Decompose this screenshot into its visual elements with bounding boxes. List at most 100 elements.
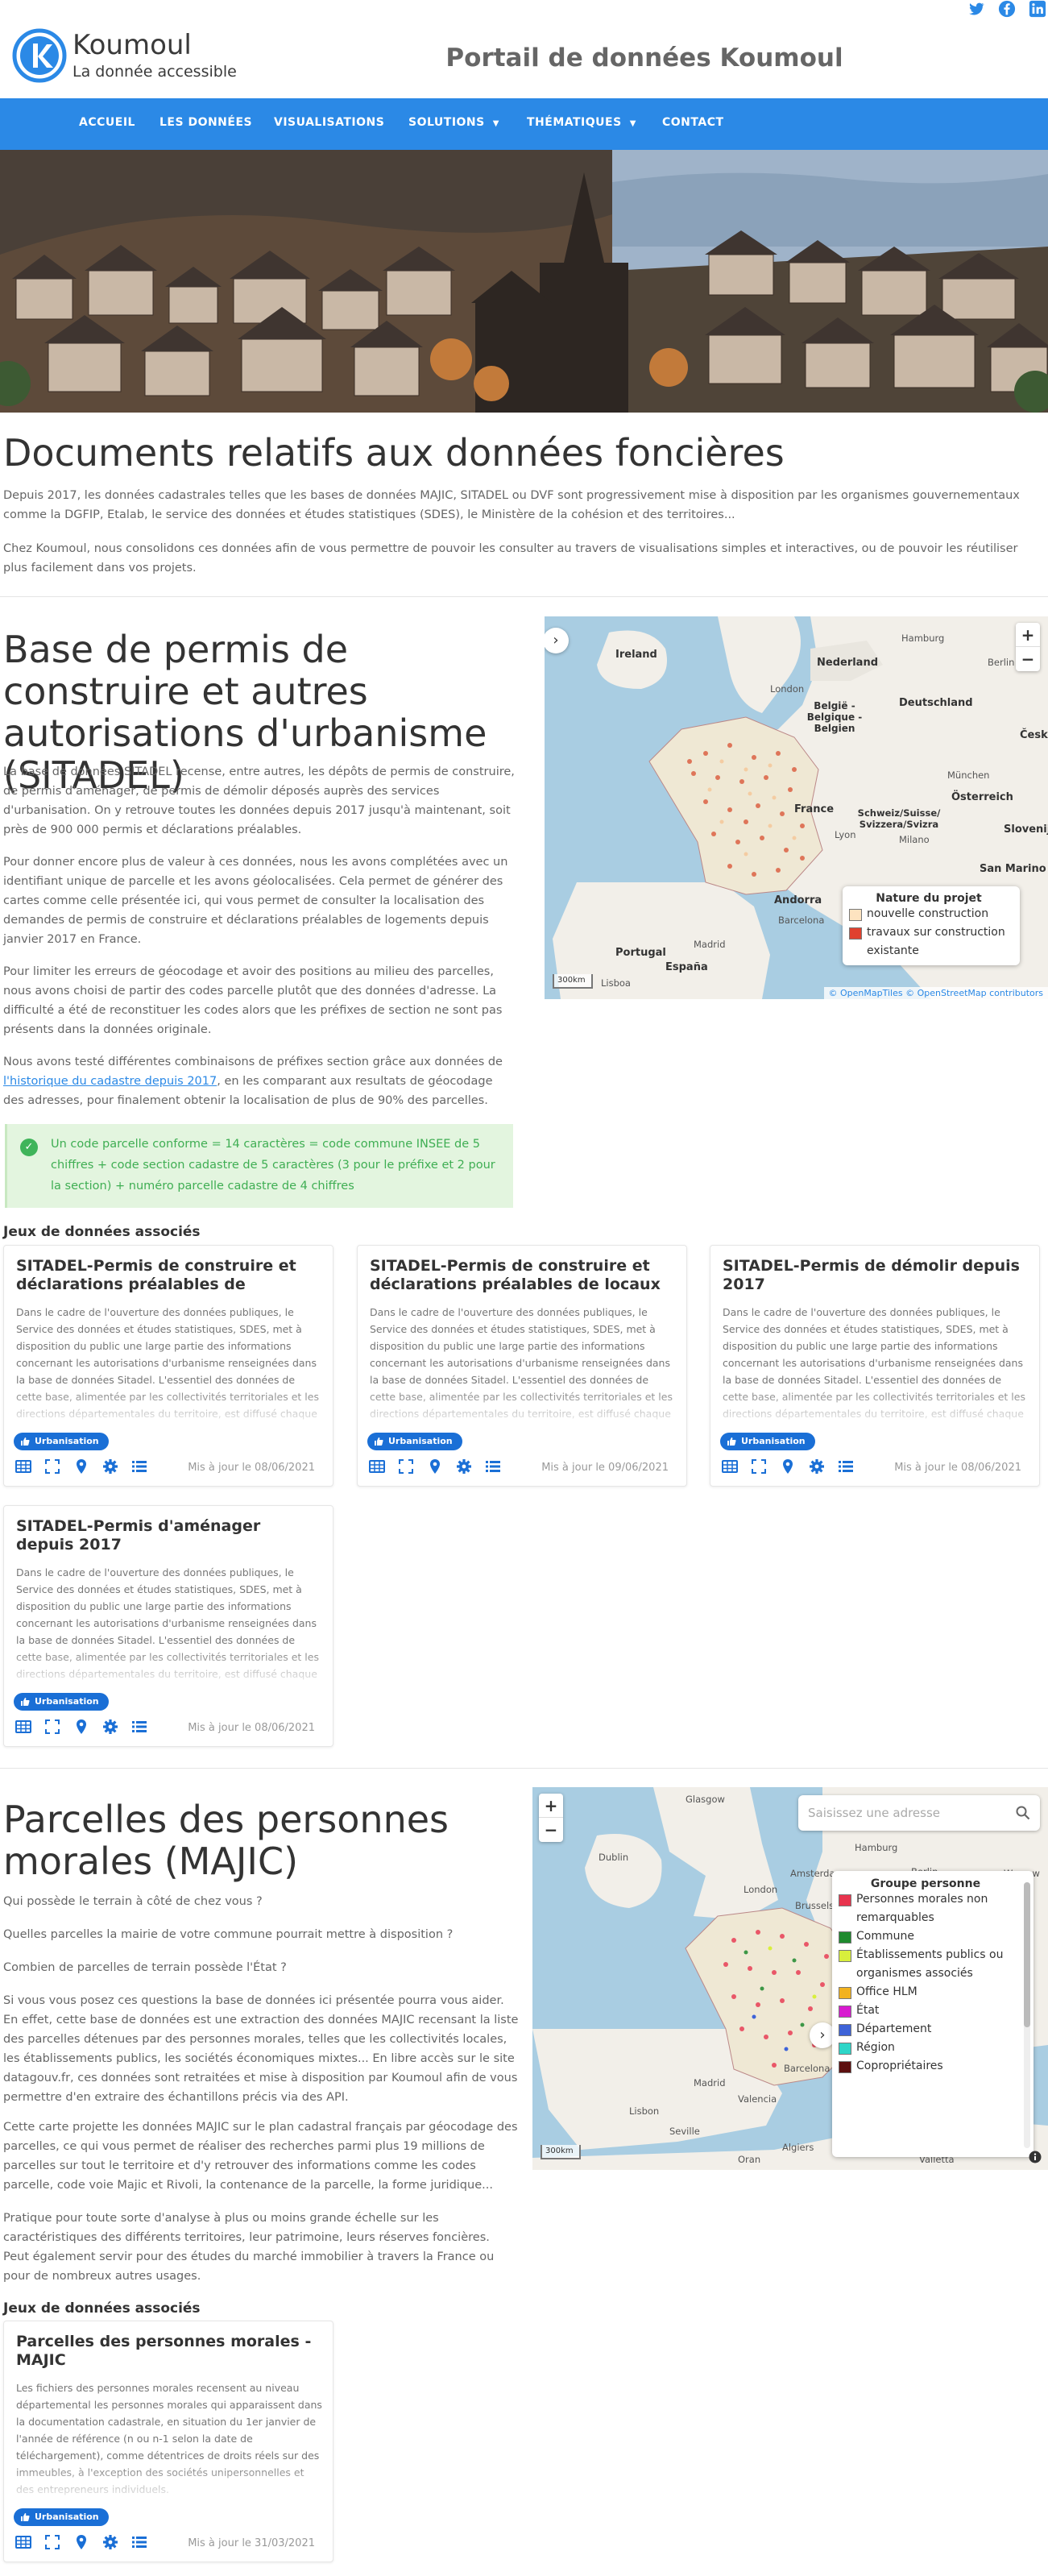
sitadel-paragraph-1: La base de données SITADEL recense, entr…	[3, 765, 515, 836]
map-marker-icon[interactable]	[427, 1458, 443, 1475]
chevron-down-icon: ▼	[629, 119, 636, 128]
fullscreen-icon[interactable]	[751, 1458, 767, 1475]
alert-text: Un code parcelle conforme = 14 caractère…	[51, 1138, 495, 1193]
parcel-code-alert: ✓ Un code parcelle conforme = 14 caractè…	[5, 1124, 513, 1208]
list-icon[interactable]	[838, 1458, 854, 1475]
map-marker-icon[interactable]	[780, 1458, 796, 1475]
card-title[interactable]: SITADEL-Permis de démolir depuis 2017	[723, 1257, 1029, 1296]
dataset-card[interactable]: SITADEL-Permis de construire et déclarat…	[3, 1245, 333, 1487]
legend-swatch	[839, 2043, 851, 2055]
legend-item: État	[832, 2001, 1019, 2020]
social-links	[951, 0, 1048, 18]
majic-question-3: Combien de parcelles de terrain possède …	[3, 1961, 287, 1974]
gear-icon[interactable]	[102, 1719, 118, 1735]
list-icon[interactable]	[485, 1458, 501, 1475]
nav-thematiques[interactable]: THÉMATIQUES ▼	[527, 116, 636, 129]
map-attribution[interactable]: © OpenMapTiles © OpenStreetMap contribut…	[823, 987, 1048, 999]
gear-icon[interactable]	[102, 2534, 118, 2550]
table-icon[interactable]	[15, 1458, 31, 1475]
card-title[interactable]: SITADEL-Permis de construire et déclarat…	[370, 1257, 676, 1296]
card-fade	[4, 2463, 333, 2503]
map-label: Seville	[669, 2126, 700, 2137]
search-icon[interactable]	[1016, 1806, 1030, 1820]
topic-badge[interactable]: Urbanisation	[720, 1433, 815, 1450]
intro-paragraph-1: Depuis 2017, les données cadastrales tel…	[3, 489, 1020, 521]
topic-badge[interactable]: Urbanisation	[14, 1693, 109, 1711]
zoom-out-button[interactable]: −	[539, 1818, 563, 1842]
map-marker-icon[interactable]	[73, 1458, 89, 1475]
legend-label: Région	[856, 2041, 895, 2054]
majic-map[interactable]: Glasgow Dublin Amsterdam Hamburg Berlin …	[532, 1787, 1048, 2170]
nav-les-donnees[interactable]: LES DONNÉES	[159, 116, 252, 129]
map-label: Lisboa	[601, 977, 631, 989]
nav-contact[interactable]: CONTACT	[662, 116, 724, 129]
dataset-card[interactable]: SITADEL-Permis de démolir depuis 2017 Da…	[710, 1245, 1040, 1487]
fullscreen-icon[interactable]	[44, 1458, 60, 1475]
map-label: Portugal	[615, 947, 666, 959]
badge-label: Urbanisation	[741, 1436, 806, 1446]
fullscreen-icon[interactable]	[44, 1719, 60, 1735]
majic-paragraph-1: Si vous vous posez ces questions la base…	[3, 1994, 519, 2104]
zoom-in-button[interactable]: +	[539, 1794, 563, 1818]
address-search-input[interactable]	[808, 1803, 1001, 1823]
topic-badge[interactable]: Urbanisation	[367, 1433, 462, 1450]
fullscreen-icon[interactable]	[44, 2534, 60, 2550]
table-icon[interactable]	[369, 1458, 385, 1475]
gear-icon[interactable]	[809, 1458, 825, 1475]
list-icon[interactable]	[131, 1458, 147, 1475]
legend-item: Région	[832, 2039, 1019, 2057]
majic-paragraph-2: Cette carte projette les données MAJIC s…	[3, 2121, 518, 2192]
cadastre-history-link[interactable]: l'historique du cadastre depuis 2017	[3, 1075, 217, 1088]
legend-swatch	[839, 1950, 851, 1962]
topic-badge[interactable]: Urbanisation	[14, 1433, 109, 1450]
table-icon[interactable]	[15, 1719, 31, 1735]
map-marker-icon[interactable]	[73, 2534, 89, 2550]
card-title[interactable]: SITADEL-Permis de construire et déclarat…	[16, 1257, 322, 1296]
nav-accueil[interactable]: ACCUEIL	[79, 116, 135, 129]
address-search	[798, 1795, 1040, 1831]
thumbs-up-icon	[375, 1437, 383, 1446]
zoom-in-button[interactable]: +	[1016, 623, 1040, 647]
twitter-icon[interactable]	[967, 0, 985, 18]
legend-scroll-thumb[interactable]	[1024, 1882, 1030, 2027]
brand-name[interactable]: Koumoul	[72, 29, 192, 61]
card-title[interactable]: SITADEL-Permis d'aménager depuis 2017	[16, 1517, 322, 1556]
facebook-icon[interactable]	[998, 0, 1016, 18]
gear-icon[interactable]	[102, 1458, 118, 1475]
legend-label: Établissements publics ou organismes ass…	[856, 1948, 1004, 1980]
table-icon[interactable]	[15, 2534, 31, 2550]
card-title[interactable]: Parcelles des personnes morales - MAJIC	[16, 2333, 322, 2371]
table-icon[interactable]	[722, 1458, 738, 1475]
majic-paragraph-3: Pratique pour toute sorte d'analyse à pl…	[3, 2212, 495, 2283]
map-label: Lyon	[835, 829, 856, 840]
dataset-card[interactable]: SITADEL-Permis d'aménager depuis 2017 Da…	[3, 1505, 333, 1747]
list-icon[interactable]	[131, 1719, 147, 1735]
card-fade	[4, 1648, 333, 1688]
thumbs-up-icon	[21, 1698, 30, 1706]
map-label: Nederland	[817, 657, 879, 669]
dataset-card[interactable]: SITADEL-Permis de construire et déclarat…	[357, 1245, 687, 1487]
map-label: Oran	[738, 2154, 761, 2165]
info-icon[interactable]	[1029, 2151, 1042, 2163]
legend-label: Office HLM	[856, 1985, 918, 1998]
map-marker-icon[interactable]	[73, 1719, 89, 1735]
legend-swatch	[839, 1894, 851, 1906]
koumoul-logo[interactable]	[11, 27, 68, 84]
majic-title: Parcelles des personnes morales (MAJIC)	[3, 1798, 449, 1883]
majic-datasets-heading: Jeux de données associés	[3, 2300, 201, 2317]
sitadel-paragraph-3: Pour limiter les erreurs de géocodage et…	[3, 965, 503, 1036]
legend-label: Département	[856, 2022, 932, 2035]
sitadel-datasets-heading: Jeux de données associés	[3, 1224, 201, 1240]
majic-question-1: Qui possède le terrain à côté de chez vo…	[3, 1895, 263, 1908]
nav-solutions[interactable]: SOLUTIONS ▼	[408, 116, 499, 129]
dataset-card[interactable]: Parcelles des personnes morales - MAJIC …	[3, 2321, 333, 2562]
linkedin-icon[interactable]	[1029, 0, 1046, 18]
gear-icon[interactable]	[456, 1458, 472, 1475]
fullscreen-icon[interactable]	[398, 1458, 414, 1475]
list-icon[interactable]	[131, 2534, 147, 2550]
legend-scrollbar[interactable]	[1024, 1882, 1030, 2148]
sitadel-map[interactable]: Ireland Nederland Hamburg Berlin London …	[545, 616, 1048, 999]
nav-visualisations[interactable]: VISUALISATIONS	[274, 116, 384, 129]
topic-badge[interactable]: Urbanisation	[14, 2508, 109, 2526]
zoom-out-button[interactable]: −	[1016, 647, 1040, 671]
